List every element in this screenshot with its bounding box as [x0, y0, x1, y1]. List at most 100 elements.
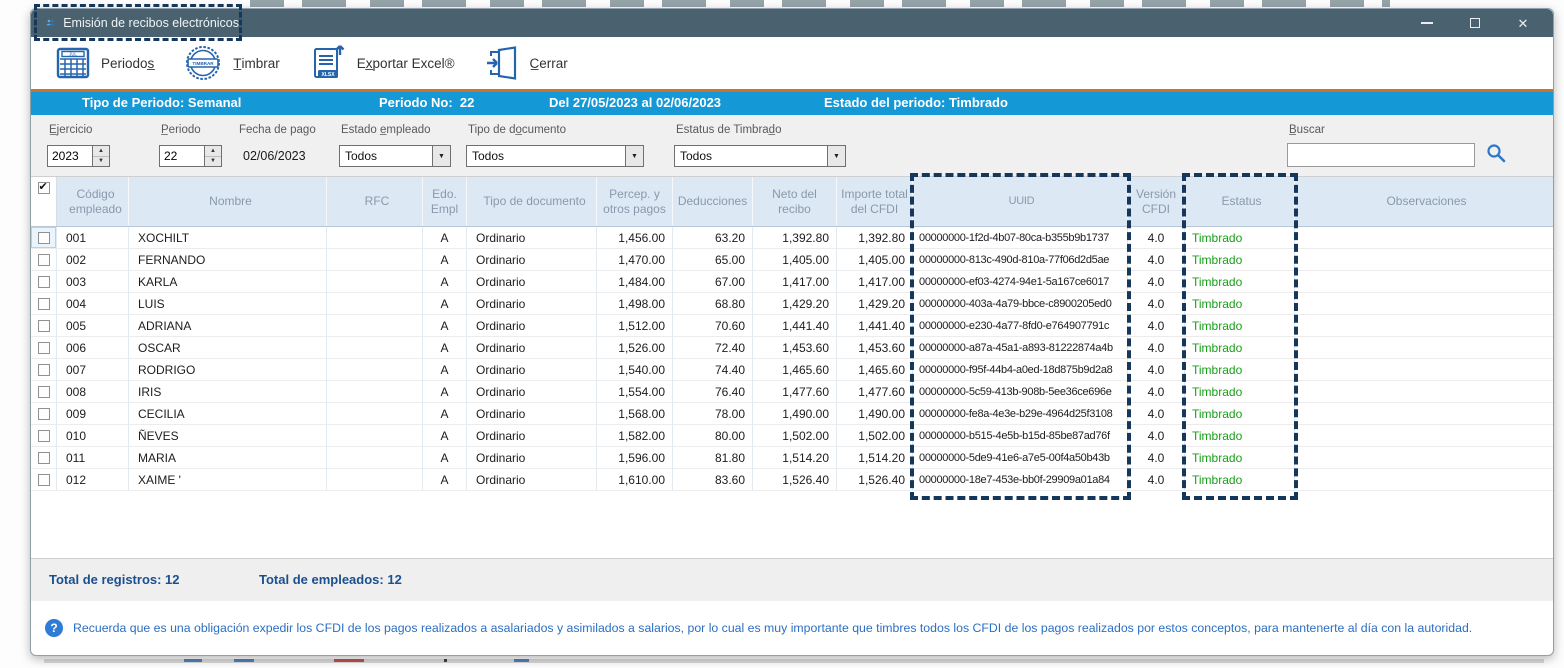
header-estatus[interactable]: Estatus [1185, 177, 1295, 226]
tipo-documento-dropdown[interactable]: Todos ▼ [466, 145, 644, 167]
cell-neto: 1,429.20 [753, 293, 837, 314]
header-edo[interactable]: Edo. Empl [423, 177, 467, 226]
row-checkbox[interactable] [38, 452, 50, 464]
table-row[interactable]: 003KARLAAOrdinario1,484.0067.001,417.001… [31, 271, 1553, 293]
minimize-button[interactable] [1403, 9, 1451, 37]
maximize-button[interactable] [1451, 9, 1499, 37]
cell-edo: A [423, 469, 467, 490]
table-row[interactable]: 009CECILIAAOrdinario1,568.0078.001,490.0… [31, 403, 1553, 425]
row-checkbox-cell[interactable] [31, 337, 57, 358]
search-icon[interactable] [1485, 142, 1507, 164]
row-checkbox-cell[interactable] [31, 271, 57, 292]
row-checkbox[interactable] [38, 342, 50, 354]
row-checkbox[interactable] [38, 320, 50, 332]
estado-empleado-dropdown[interactable]: Todos ▼ [339, 145, 451, 167]
table-row[interactable]: 006OSCARAOrdinario1,526.0072.401,453.601… [31, 337, 1553, 359]
cell-estatus: Timbrado [1185, 403, 1295, 424]
buscar-label: B̲uscar [1289, 124, 1325, 136]
row-checkbox[interactable] [38, 430, 50, 442]
table-row[interactable]: 012XAIME 'AOrdinario1,610.0083.601,526.4… [31, 469, 1553, 491]
table-row[interactable]: 007RODRIGOAOrdinario1,540.0074.401,465.6… [31, 359, 1553, 381]
header-rfc[interactable]: RFC [327, 177, 423, 226]
table-row[interactable]: 004LUISAOrdinario1,498.0068.801,429.201,… [31, 293, 1553, 315]
cell-tipo: Ordinario [467, 381, 597, 402]
select-all-cell[interactable] [31, 177, 57, 226]
cell-uuid: 00000000-f95f-44b4-a0ed-18d875b9d2a8 [913, 359, 1128, 380]
cell-codigo: 005 [57, 315, 129, 336]
row-checkbox-cell[interactable] [31, 315, 57, 336]
cell-importe: 1,526.40 [837, 469, 913, 490]
table-row[interactable]: 008IRISAOrdinario1,554.0076.401,477.601,… [31, 381, 1553, 403]
header-uuid[interactable]: UUID [913, 177, 1128, 226]
header-version[interactable]: Versión CFDI [1128, 177, 1185, 226]
table-row[interactable]: 001XOCHILTAOrdinario1,456.0063.201,392.8… [31, 227, 1553, 249]
row-checkbox-cell[interactable] [31, 381, 57, 402]
row-checkbox[interactable] [38, 254, 50, 266]
period-type: Tipo de Periodo: Semanal [82, 95, 241, 110]
spin-down-icon[interactable]: ▼ [205, 157, 221, 167]
cell-obs [1295, 227, 1553, 248]
chevron-down-icon[interactable]: ▼ [625, 146, 643, 166]
table-row[interactable]: 005ADRIANAAOrdinario1,512.0070.601,441.4… [31, 315, 1553, 337]
cell-version: 4.0 [1128, 359, 1185, 380]
chevron-down-icon[interactable]: ▼ [827, 146, 845, 166]
row-checkbox-cell[interactable] [31, 469, 57, 490]
select-all-checkbox[interactable] [38, 182, 50, 194]
spin-up-icon[interactable]: ▲ [205, 146, 221, 157]
table-row[interactable]: 011MARIAAOrdinario1,596.0081.801,514.201… [31, 447, 1553, 469]
chevron-down-icon[interactable]: ▼ [432, 146, 450, 166]
periodo-input[interactable] [159, 145, 205, 167]
filter-bar: E̲jercicio ▲▼ P̲eriodo ▲▼ Fecha de pago … [31, 115, 1553, 177]
exportar-excel-button[interactable]: XLSX Ex̲portar Excel® [295, 40, 470, 86]
header-deduc[interactable]: Deducciones [673, 177, 753, 226]
row-checkbox-cell[interactable] [31, 227, 57, 248]
timbrar-button[interactable]: TIMBRAR T̲imbrar [169, 40, 295, 86]
cell-tipo: Ordinario [467, 227, 597, 248]
row-checkbox[interactable] [38, 474, 50, 486]
ejercicio-spinner[interactable]: ▲▼ [47, 145, 110, 167]
header-neto[interactable]: Neto del recibo [753, 177, 837, 226]
header-tipo[interactable]: Tipo de documento [467, 177, 597, 226]
header-obs[interactable]: Observaciones [1295, 177, 1553, 226]
header-nombre[interactable]: Nombre [129, 177, 327, 226]
header-importe[interactable]: Importe total del CFDI [837, 177, 913, 226]
spin-down-icon[interactable]: ▼ [93, 157, 109, 167]
cell-edo: A [423, 381, 467, 402]
cell-nombre: XAIME ' [129, 469, 327, 490]
row-checkbox[interactable] [38, 386, 50, 398]
row-checkbox-cell[interactable] [31, 293, 57, 314]
row-checkbox-cell[interactable] [31, 425, 57, 446]
cell-deduc: 78.00 [673, 403, 753, 424]
spin-up-icon[interactable]: ▲ [93, 146, 109, 157]
cerrar-button[interactable]: C̲errar [470, 40, 583, 86]
close-icon: ✕ [1518, 17, 1529, 30]
table-row[interactable]: 002FERNANDOAOrdinario1,470.0065.001,405.… [31, 249, 1553, 271]
periodo-spin-buttons[interactable]: ▲▼ [205, 145, 222, 167]
cell-nombre: ÑEVES [129, 425, 327, 446]
cell-importe: 1,405.00 [837, 249, 913, 270]
row-checkbox-cell[interactable] [31, 249, 57, 270]
cell-estatus: Timbrado [1185, 337, 1295, 358]
row-checkbox[interactable] [38, 408, 50, 420]
cell-estatus: Timbrado [1185, 227, 1295, 248]
search-input[interactable] [1287, 143, 1475, 167]
row-checkbox[interactable] [38, 276, 50, 288]
row-checkbox-cell[interactable] [31, 403, 57, 424]
cell-nombre: MARIA [129, 447, 327, 468]
ejercicio-spin-buttons[interactable]: ▲▼ [93, 145, 110, 167]
row-checkbox[interactable] [38, 232, 50, 244]
periodo-spinner[interactable]: ▲▼ [159, 145, 222, 167]
row-checkbox[interactable] [38, 298, 50, 310]
row-checkbox-cell[interactable] [31, 359, 57, 380]
table-row[interactable]: 010ÑEVESAOrdinario1,582.0080.001,502.001… [31, 425, 1553, 447]
row-checkbox[interactable] [38, 364, 50, 376]
row-checkbox-cell[interactable] [31, 447, 57, 468]
periodos-button[interactable]: JUL Periodos̲ [41, 40, 169, 86]
header-codigo[interactable]: Código empleado [57, 177, 129, 226]
header-percep[interactable]: Percep. y otros pagos [597, 177, 673, 226]
estatus-timbrado-dropdown[interactable]: Todos ▼ [674, 145, 846, 167]
close-button[interactable]: ✕ [1499, 9, 1547, 37]
ejercicio-input[interactable] [47, 145, 93, 167]
stamp-icon: TIMBRAR [184, 44, 222, 82]
cell-percep: 1,526.00 [597, 337, 673, 358]
